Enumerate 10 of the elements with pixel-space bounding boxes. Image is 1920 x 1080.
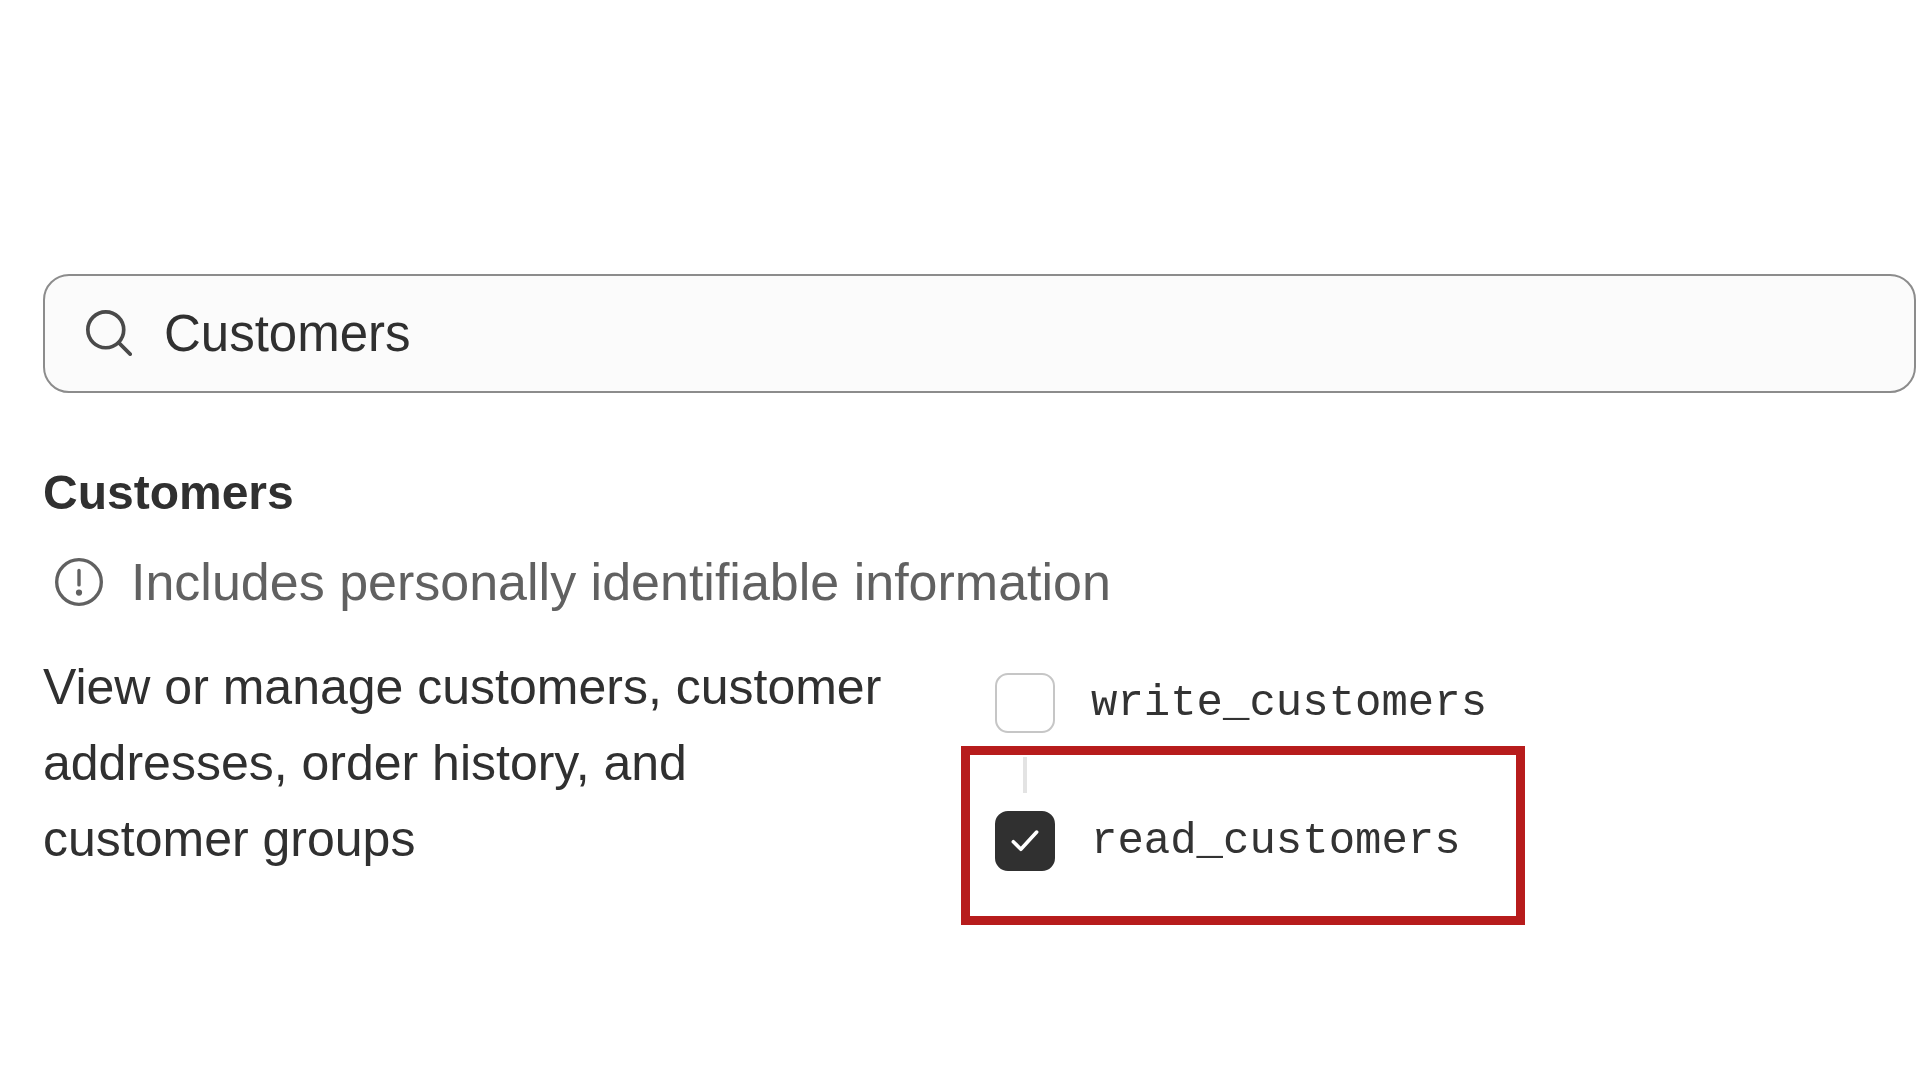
notice-text: Includes personally identifiable information — [131, 552, 1111, 612]
description-text: View or manage customers, customer addresses, order history, and customer groups — [43, 658, 883, 869]
search-field[interactable]: Customers — [43, 274, 1916, 393]
exclamation-circle-icon — [55, 558, 103, 606]
checkbox[interactable] — [995, 811, 1055, 871]
search-icon — [86, 310, 132, 356]
check-icon — [1011, 830, 1039, 852]
section-heading: Customers — [43, 465, 294, 521]
permission-label: write_customers — [1091, 677, 1488, 730]
permission-label: read_customers — [1091, 815, 1461, 868]
